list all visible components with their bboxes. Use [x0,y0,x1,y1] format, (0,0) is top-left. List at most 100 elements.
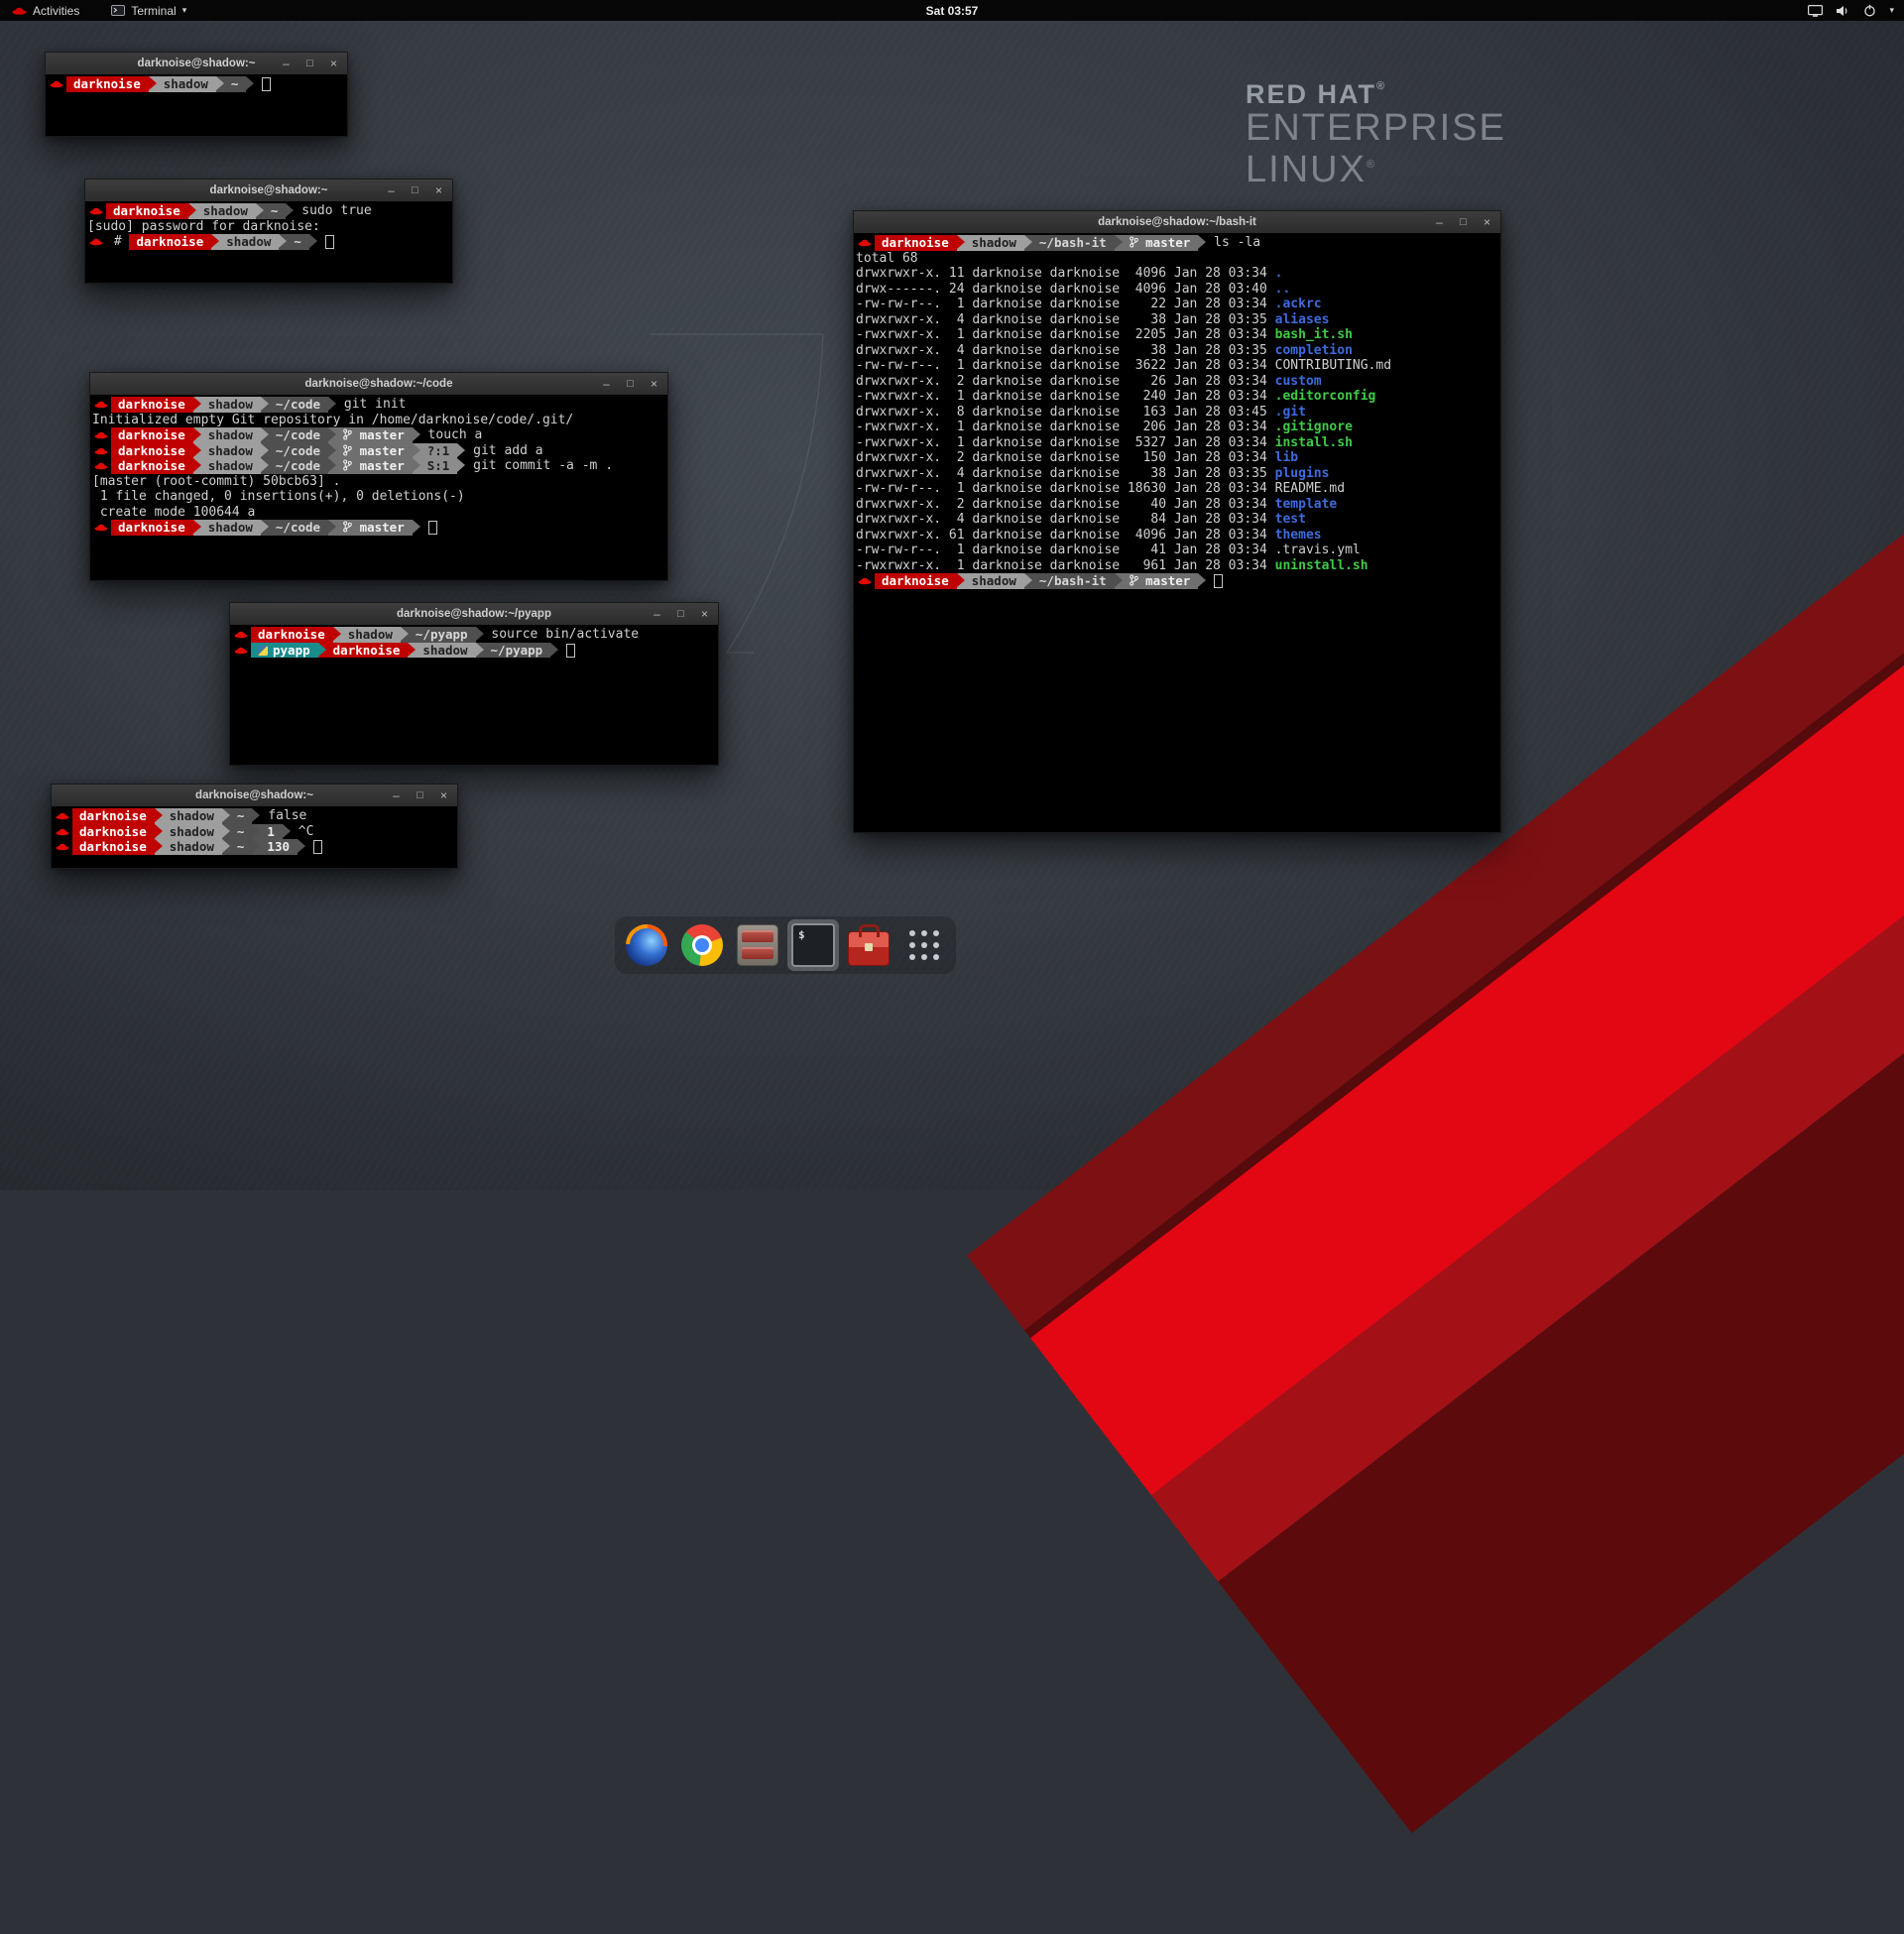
powerline-separator-icon [401,627,409,643]
minimize-button[interactable]: – [280,58,293,69]
dock-software-button[interactable] [843,919,894,971]
terminal-window[interactable]: darknoise@shadow:~/code – □ × darknoises… [89,372,668,581]
powerline-separator-icon [328,427,336,443]
app-menu-terminal[interactable]: Terminal ▾ [107,0,190,21]
terminal-cursor [428,521,437,535]
powerline-separator-icon [188,203,196,219]
minimize-button[interactable]: – [385,184,398,196]
terminal-content[interactable]: darknoise shadow ~/code git initInitialize… [90,395,667,580]
dock-chrome-button[interactable] [676,919,728,971]
powerline-separator-icon [155,808,163,824]
close-button[interactable]: × [1481,216,1493,228]
window-titlebar[interactable]: darknoise@shadow:~ – □ × [46,53,347,75]
redhat-prompt-icon [92,443,111,459]
maximize-button[interactable]: □ [674,608,687,620]
maximize-button[interactable]: □ [1457,216,1470,228]
terminal-line: drwxrwxr-x. 2 darknoise darknoise 150 Ja… [856,450,1498,466]
file-name: bash_it.sh [1275,327,1353,342]
dock-app-grid-button[interactable] [898,919,950,971]
prompt-segment-user: darknoise [111,458,193,474]
prompt-segment-path: ~/bash-it [1032,235,1115,251]
terminal-line: darknoiseshadow~/code master [92,520,665,536]
minimize-button[interactable]: – [600,378,613,390]
redhat-wordmark: RED HAT® ENTERPRISE LINUX® [1246,79,1506,188]
window-titlebar[interactable]: darknoise@shadow:~ – □ × [85,180,452,202]
prompt-segment-host: shadow [416,643,475,659]
terminal-text: CONTRIBUTING.md [1275,358,1391,373]
powerline-separator-icon [1115,235,1123,251]
maximize-button[interactable]: □ [303,58,316,69]
prompt-segment-path: ~/code [269,397,328,413]
prompt-segment-path: ~ [230,808,253,824]
close-button[interactable]: × [327,58,340,69]
window-titlebar[interactable]: darknoise@shadow:~/code – □ × [90,373,667,396]
terminal-line: darknoiseshadow~130 [54,839,455,855]
close-button[interactable]: × [698,608,711,620]
close-button[interactable]: × [648,378,660,390]
minimize-button[interactable]: – [390,789,403,801]
powerline-separator-icon [193,397,201,413]
prompt-segment-path: ~/code [269,520,328,536]
activities-button[interactable]: Activities [8,0,83,21]
powerline-separator-icon [256,203,264,219]
file-name: completion [1275,343,1353,358]
terminal-cursor [313,840,322,854]
maximize-button[interactable]: □ [624,378,637,390]
prompt-segment-user: darknoise [72,824,155,840]
powerline-separator-icon [193,458,201,474]
powerline-separator-icon [261,458,269,474]
terminal-line: [master (root-commit) 50bcb63] . [92,474,665,490]
window-title: darknoise@shadow:~/code [305,378,453,390]
file-name: aliases [1275,312,1330,327]
maximize-button[interactable]: □ [414,789,426,801]
close-button[interactable]: × [437,789,450,801]
window-titlebar[interactable]: darknoise@shadow:~/bash-it – □ × [854,211,1500,234]
terminal-window[interactable]: darknoise@shadow:~ – □ × darknoiseshadow… [51,784,458,869]
file-name: .. [1275,282,1291,297]
powerline-separator-icon [1024,573,1032,589]
clock[interactable]: Sat 03:57 [926,4,979,18]
terminal-text: drwxrwxr-x. 8 darknoise darknoise 163 Ja… [856,405,1275,420]
terminal-window[interactable]: darknoise@shadow:~/bash-it – □ × darknoi… [853,210,1501,833]
power-icon[interactable] [1863,4,1876,17]
terminal-window[interactable]: darknoise@shadow:~ – □ × darknoise shadow… [84,179,453,284]
terminal-text: drwxrwxr-x. 2 darknoise darknoise 40 Jan… [856,497,1275,512]
terminal-content[interactable]: darknoiseshadow~/pyapp source bin/activa… [230,625,718,765]
terminal-content[interactable]: darknoiseshadow~ falsedarknoiseshadow~1 … [52,806,457,868]
terminal-text: git commit -a -m . [465,458,613,473]
chevron-down-icon[interactable]: ▾ [1889,5,1894,16]
prompt-segment-host: shadow [219,234,279,250]
powerline-separator-icon [155,824,163,840]
terminal-content[interactable]: darknoiseshadow~/bash-it master ls -lato… [854,233,1500,832]
prompt-segment-user: darknoise [129,234,211,250]
dock-firefox-button[interactable] [621,919,672,971]
terminal-line: drwxrwxr-x. 11 darknoise darknoise 4096 … [856,266,1498,282]
terminal-line: -rw-rw-r--. 1 darknoise darknoise 22 Jan… [856,297,1498,312]
redhat-prompt-icon [54,808,72,824]
prompt-segment-host: shadow [201,397,261,413]
terminal-window[interactable]: darknoise@shadow:~ – □ × darknoiseshadow… [45,52,348,137]
terminal-window[interactable]: darknoise@shadow:~/pyapp – □ × darknoise… [229,602,719,766]
minimize-button[interactable]: – [1433,216,1446,228]
minimize-button[interactable]: – [651,608,663,620]
terminal-content[interactable]: darknoiseshadow~ [46,74,347,136]
dock-files-button[interactable] [732,919,783,971]
prompt-segment-user: darknoise [72,839,155,855]
prompt-segment-exit: 130 [260,839,298,855]
powerline-separator-icon [222,839,230,855]
terminal-content[interactable]: darknoiseshadow~ sudo true[sudo] passwor… [85,201,452,283]
volume-icon[interactable] [1836,5,1850,17]
terminal-text: -rwxrwxr-x. 1 darknoise darknoise 5327 J… [856,435,1275,450]
dock [615,916,956,974]
prompt-segment-path: ~/pyapp [484,643,551,659]
terminal-line: Initialized empty Git repository in /hom… [92,413,665,428]
display-icon[interactable] [1808,5,1823,17]
file-name: test [1275,512,1306,527]
close-button[interactable]: × [432,184,445,196]
window-titlebar[interactable]: darknoise@shadow:~ – □ × [52,785,457,807]
maximize-button[interactable]: □ [409,184,421,196]
terminal-text: git init [336,397,406,412]
dock-terminal-button[interactable] [787,919,839,971]
window-titlebar[interactable]: darknoise@shadow:~/pyapp – □ × [230,603,718,626]
terminal-line: total 68 [856,251,1498,267]
